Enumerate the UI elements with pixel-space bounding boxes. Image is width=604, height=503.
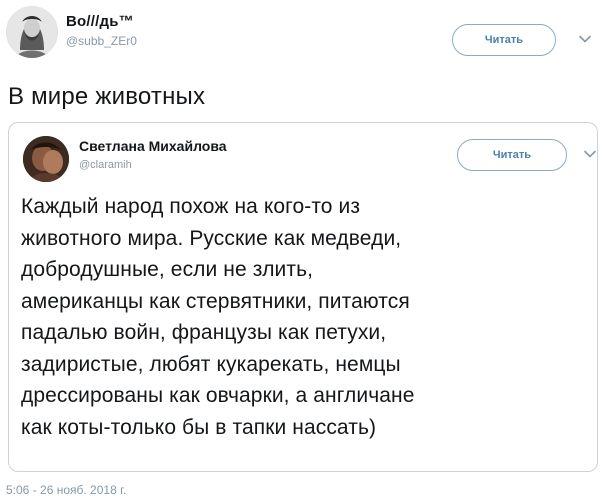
quoted-text-line: дрессированы как овчарки, а англичане bbox=[21, 384, 415, 407]
quoted-follow-button[interactable]: Читать bbox=[457, 139, 567, 171]
author-handle[interactable]: @subb_ZEr0 bbox=[66, 34, 137, 48]
author-display-name[interactable]: Во///дь™ bbox=[66, 13, 134, 30]
quoted-text-line: Каждый народ похож на кого-то из bbox=[21, 195, 361, 218]
tweet-page: Во///дь™ @subb_ZEr0 Читать В мире животн… bbox=[0, 0, 604, 503]
quoted-author-display-name[interactable]: Светлана Михайлова bbox=[79, 138, 227, 154]
quoted-text-line: добродушные, если не злить, bbox=[21, 258, 314, 281]
quoted-text-line: как коты-только бы в тапки нассать) bbox=[21, 415, 377, 439]
quoted-author-handle[interactable]: @claramih bbox=[79, 159, 132, 171]
author-avatar[interactable] bbox=[6, 6, 58, 58]
chevron-down-icon[interactable] bbox=[578, 32, 592, 46]
photo-avatar-icon bbox=[23, 136, 69, 182]
bearded-man-portrait-icon bbox=[6, 6, 58, 58]
tweet-timestamp[interactable]: 5:06 - 26 нояб. 2018 г. bbox=[6, 483, 126, 497]
quoted-text-line: падалью войн, французы как петухи, bbox=[21, 321, 387, 344]
quoted-tweet-text: Каждый народ похож на кого-то из животно… bbox=[21, 191, 587, 443]
follow-button[interactable]: Читать bbox=[452, 24, 556, 56]
quoted-author-avatar[interactable] bbox=[23, 136, 69, 182]
quoted-text-line: американцы как стервятники, питаются bbox=[21, 289, 410, 313]
quoted-tweet-card[interactable]: Светлана Михайлова @claramih Читать Кажд… bbox=[8, 122, 598, 472]
chevron-down-icon[interactable] bbox=[583, 147, 597, 161]
quoted-text-line: задиристые, любят кукарекать, немцы bbox=[21, 352, 401, 376]
quoted-text-line: животного мира. Русские как медведи, bbox=[21, 226, 402, 250]
tweet-text: В мире животных bbox=[8, 83, 206, 110]
